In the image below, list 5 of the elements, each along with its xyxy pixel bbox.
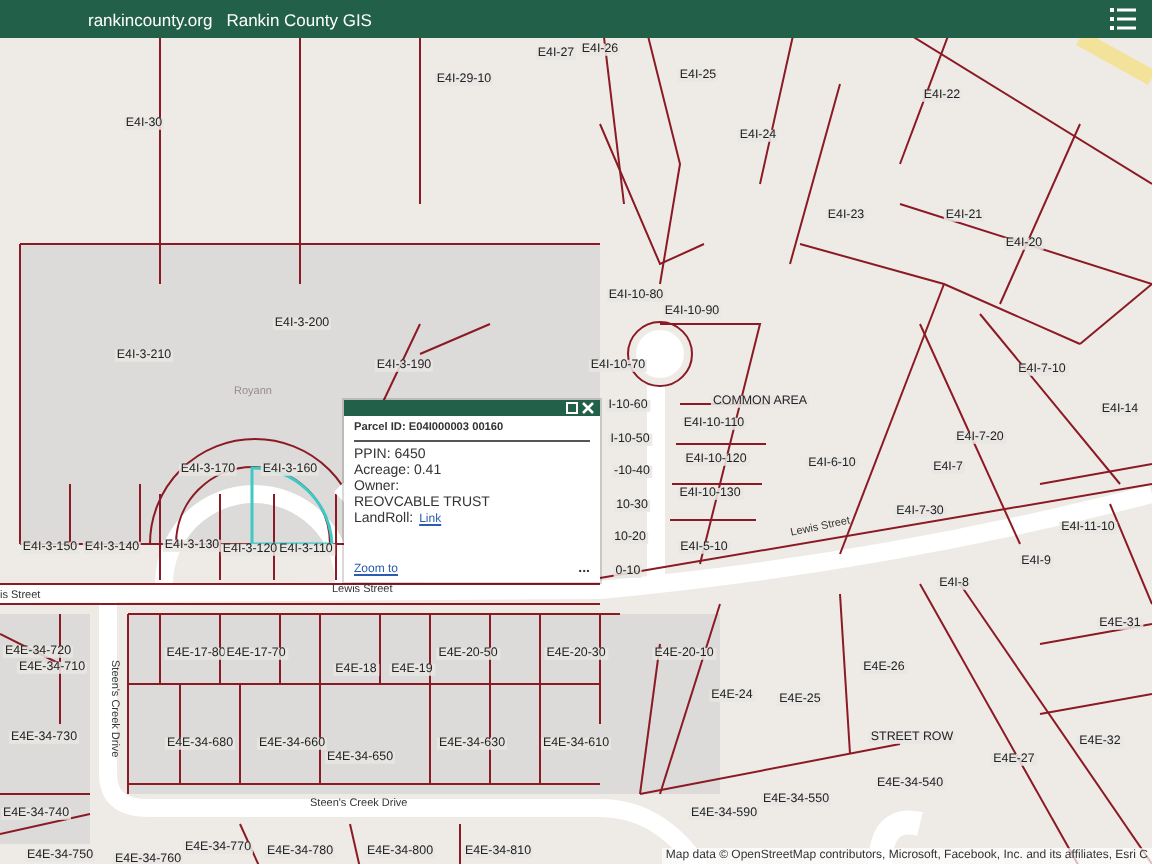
close-icon[interactable] bbox=[582, 402, 594, 414]
site-link[interactable]: rankincounty.org bbox=[88, 9, 213, 29]
app-title: Rankin County GIS bbox=[226, 9, 372, 29]
menu-icon[interactable] bbox=[1110, 8, 1136, 30]
maximize-icon[interactable] bbox=[566, 402, 578, 414]
